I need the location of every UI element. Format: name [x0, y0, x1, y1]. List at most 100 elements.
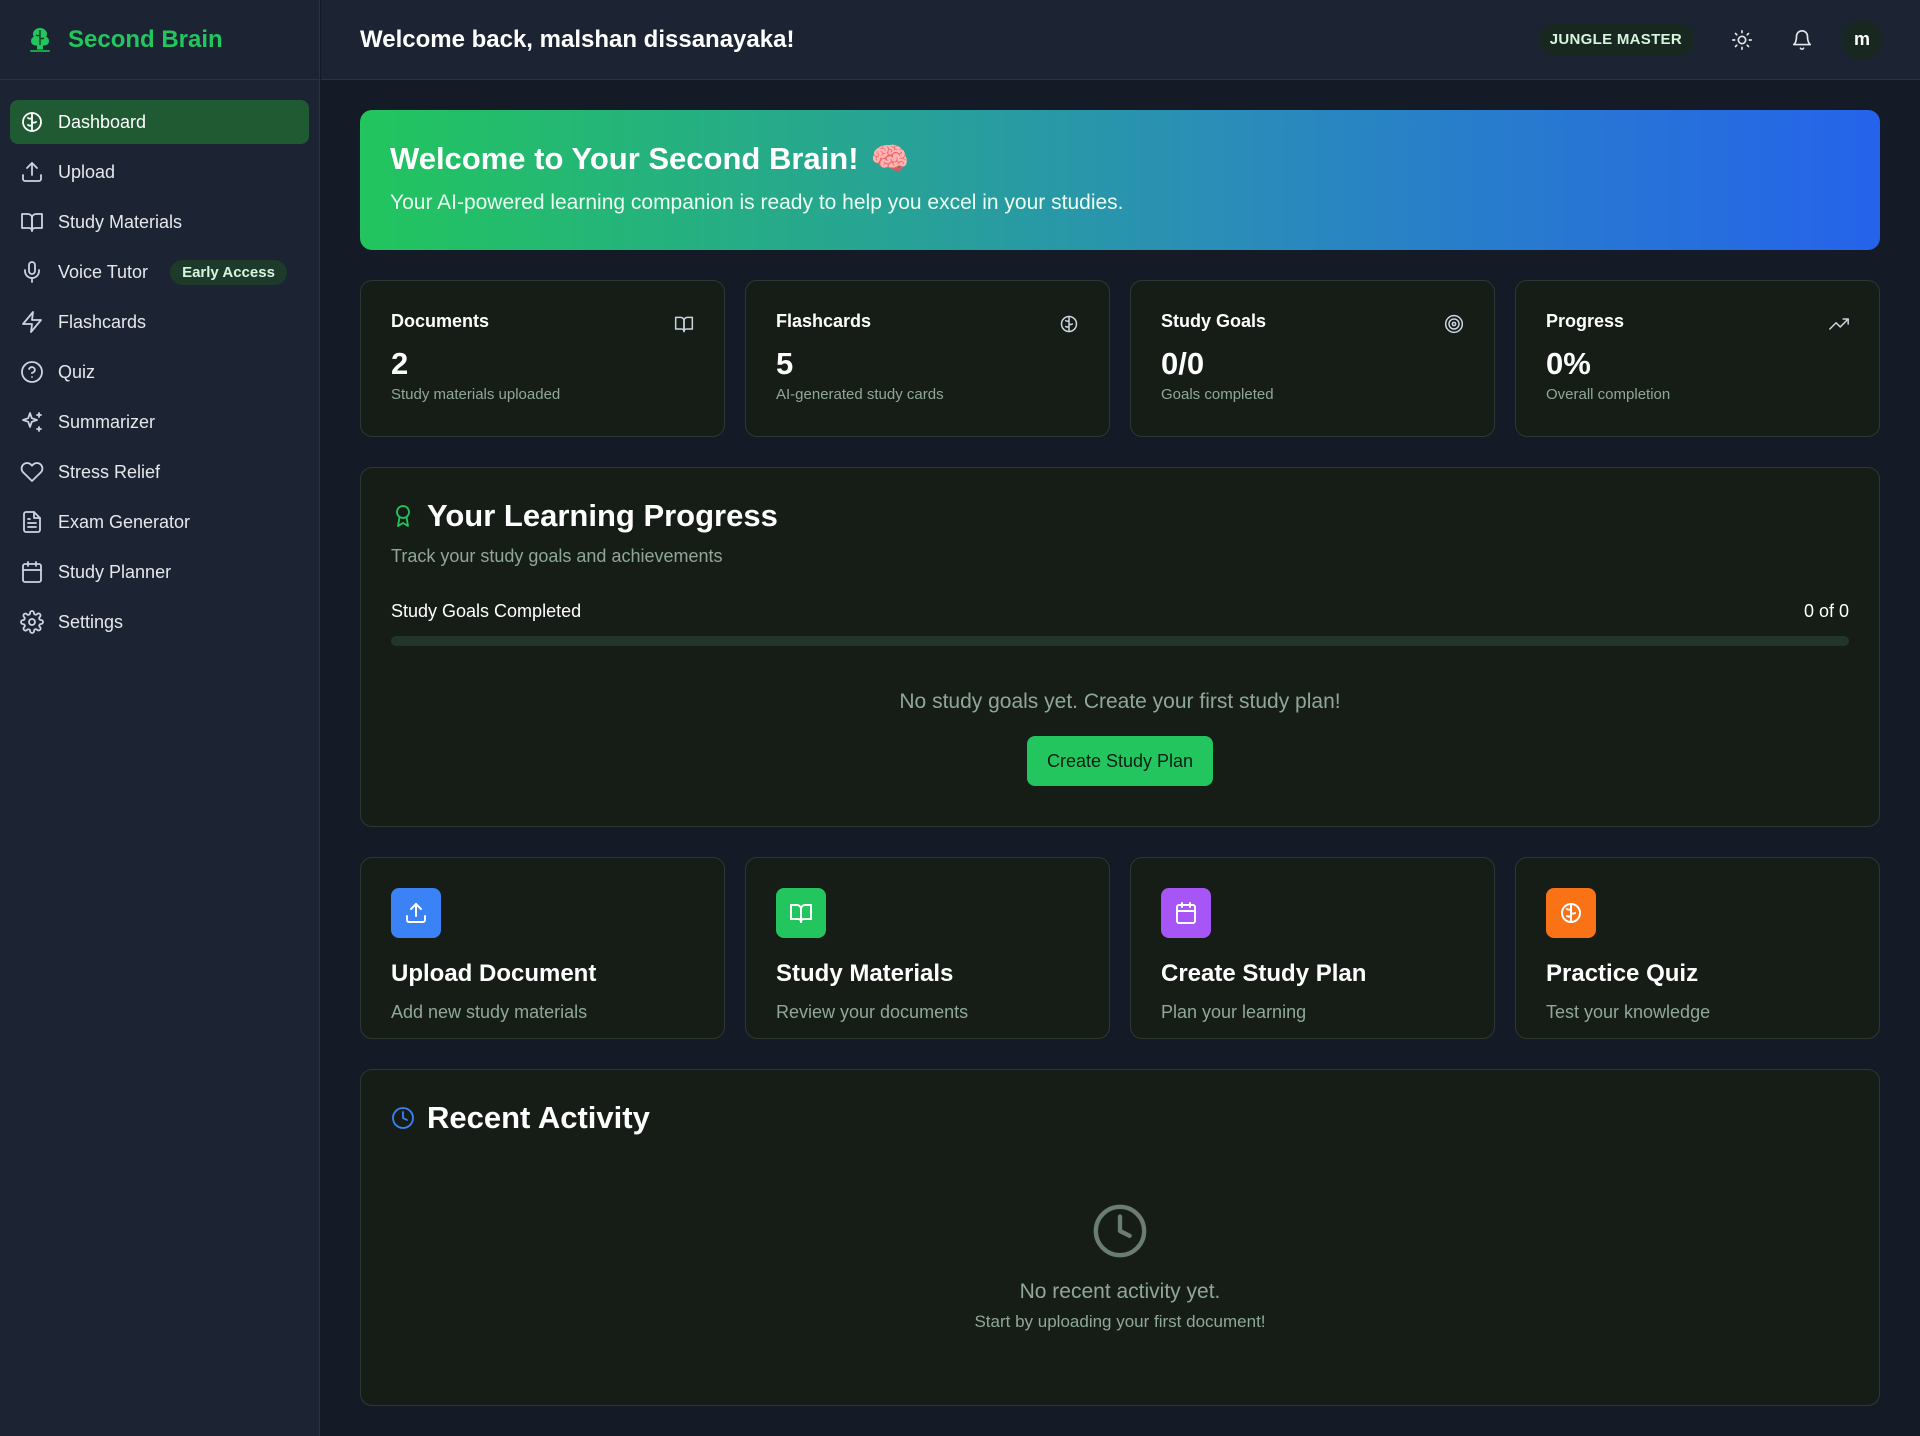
welcome-heading: Welcome back, malshan dissanayaka!: [360, 25, 795, 53]
stat-caption: Overall completion: [1546, 386, 1671, 403]
sidebar-item-summarizer[interactable]: Summarizer: [10, 400, 309, 444]
top-header: Welcome back, malshan dissanayaka! JUNGL…: [321, 0, 1920, 80]
brand[interactable]: Second Brain: [0, 0, 319, 80]
stat-value: 5: [776, 346, 794, 381]
upload-icon: [20, 160, 44, 184]
clock-icon: [391, 1106, 415, 1130]
brain-emoji-icon: 🧠: [870, 141, 910, 176]
action-card-study-materials[interactable]: Study Materials Review your documents: [745, 857, 1110, 1039]
sidebar-item-label: Voice Tutor: [58, 261, 149, 282]
brain-icon: [20, 110, 44, 134]
brain-icon: [1059, 314, 1079, 334]
action-card-practice-quiz[interactable]: Practice Quiz Test your knowledge: [1515, 857, 1880, 1039]
main-content: Welcome to Your Second Brain! 🧠 Your AI-…: [360, 110, 1880, 1406]
calendar-icon: [20, 560, 44, 584]
sidebar-item-study-materials[interactable]: Study Materials: [10, 200, 309, 244]
stat-caption: Study materials uploaded: [391, 386, 561, 403]
document-icon: [20, 510, 44, 534]
action-title: Study Materials: [776, 960, 954, 987]
action-title: Practice Quiz: [1546, 960, 1699, 987]
learning-title: Your Learning Progress: [427, 498, 778, 533]
action-subtitle: Plan your learning: [1161, 1002, 1307, 1022]
welcome-banner: Welcome to Your Second Brain! 🧠 Your AI-…: [360, 110, 1880, 250]
rank-badge: JUNGLE MASTER: [1537, 24, 1694, 55]
sidebar-item-settings[interactable]: Settings: [10, 600, 309, 644]
sidebar-item-label: Quiz: [58, 361, 96, 382]
action-subtitle: Review your documents: [776, 1002, 969, 1022]
clock-large-icon: [1091, 1202, 1149, 1260]
brain-logo-icon: [24, 24, 56, 56]
sidebar-item-exam-generator[interactable]: Exam Generator: [10, 500, 309, 544]
sidebar-item-study-planner[interactable]: Study Planner: [10, 550, 309, 594]
avatar[interactable]: m: [1842, 19, 1882, 60]
stat-caption: Goals completed: [1161, 386, 1274, 403]
sidebar-item-upload[interactable]: Upload: [10, 150, 309, 194]
bell-icon: [1791, 29, 1813, 51]
book-icon: [20, 210, 44, 234]
early-access-badge: Early Access: [170, 259, 287, 285]
stat-caption: AI-generated study cards: [776, 386, 944, 403]
cta-wrap: Create Study Plan: [391, 736, 1849, 786]
book-icon: [674, 314, 694, 334]
sidebar-item-label: Study Planner: [58, 561, 172, 582]
sun-icon: [1731, 29, 1753, 51]
stat-card-study-goals: Study Goals 0/0 Goals completed: [1130, 280, 1495, 437]
stat-label: Documents: [391, 311, 490, 331]
book-icon: [776, 888, 826, 938]
stat-label: Flashcards: [776, 311, 872, 331]
stat-label: Progress: [1546, 311, 1625, 331]
goals-count: 0 of 0: [1803, 601, 1849, 621]
panel-title: Your Learning Progress: [391, 498, 1849, 534]
goals-progress-bar: [391, 636, 1849, 646]
stat-value: 0/0: [1161, 346, 1205, 381]
stats-row: Documents 2 Study materials uploaded Fla…: [360, 280, 1880, 437]
brain-icon: [1546, 888, 1596, 938]
stat-card-flashcards: Flashcards 5 AI-generated study cards: [745, 280, 1110, 437]
sidebar-item-dashboard[interactable]: Dashboard: [10, 100, 309, 144]
stat-value: 0%: [1546, 346, 1591, 381]
stat-card-progress: Progress 0% Overall completion: [1515, 280, 1880, 437]
goals-label: Study Goals Completed: [391, 601, 582, 621]
activity-empty-message: No recent activity yet.: [1019, 1280, 1221, 1303]
banner-title-row: Welcome to Your Second Brain! 🧠: [390, 140, 1850, 177]
theme-toggle-button[interactable]: [1722, 20, 1762, 60]
sidebar-item-quiz[interactable]: Quiz: [10, 350, 309, 394]
action-subtitle: Test your knowledge: [1546, 1002, 1711, 1022]
goals-row: Study Goals Completed 0 of 0: [391, 601, 1849, 622]
sidebar: Second Brain Dashboard Upload Study Mate…: [0, 0, 320, 1436]
question-icon: [20, 360, 44, 384]
action-title: Upload Document: [391, 960, 597, 987]
action-subtitle: Add new study materials: [391, 1002, 588, 1022]
sidebar-item-label: Settings: [58, 611, 124, 632]
banner-subtitle: Your AI-powered learning companion is re…: [390, 191, 1124, 214]
learning-subtitle: Track your study goals and achievements: [391, 546, 723, 566]
brand-name: Second Brain: [68, 25, 223, 53]
action-title: Create Study Plan: [1161, 960, 1367, 987]
sparkles-icon: [20, 410, 44, 434]
sidebar-nav: Dashboard Upload Study Materials Voice T…: [0, 80, 319, 670]
sidebar-item-voice-tutor[interactable]: Voice Tutor Early Access: [10, 250, 309, 294]
stat-label: Study Goals: [1161, 311, 1267, 331]
stat-value: 2: [391, 346, 409, 381]
heart-icon: [20, 460, 44, 484]
sidebar-item-stress-relief[interactable]: Stress Relief: [10, 450, 309, 494]
recent-activity-panel: Recent Activity No recent activity yet. …: [360, 1069, 1880, 1406]
notifications-button[interactable]: [1782, 20, 1822, 60]
banner-title: Welcome to Your Second Brain!: [390, 140, 859, 176]
sidebar-item-label: Dashboard: [58, 111, 147, 132]
activity-title: Recent Activity: [427, 1100, 650, 1135]
gear-icon: [20, 610, 44, 634]
quick-actions-row: Upload Document Add new study materials …: [360, 857, 1880, 1039]
activity-empty-state: No recent activity yet. Start by uploadi…: [391, 1202, 1849, 1332]
learning-progress-panel: Your Learning Progress Track your study …: [360, 467, 1880, 827]
goals-empty-message: No study goals yet. Create your first st…: [899, 690, 1341, 713]
action-card-upload-document[interactable]: Upload Document Add new study materials: [360, 857, 725, 1039]
sidebar-item-label: Flashcards: [58, 311, 147, 332]
action-card-create-study-plan[interactable]: Create Study Plan Plan your learning: [1130, 857, 1495, 1039]
calendar-icon: [1161, 888, 1211, 938]
trending-up-icon: [1829, 314, 1849, 334]
sidebar-item-flashcards[interactable]: Flashcards: [10, 300, 309, 344]
stat-card-documents: Documents 2 Study materials uploaded: [360, 280, 725, 437]
create-study-plan-button[interactable]: Create Study Plan: [1026, 736, 1214, 786]
upload-icon: [391, 888, 441, 938]
